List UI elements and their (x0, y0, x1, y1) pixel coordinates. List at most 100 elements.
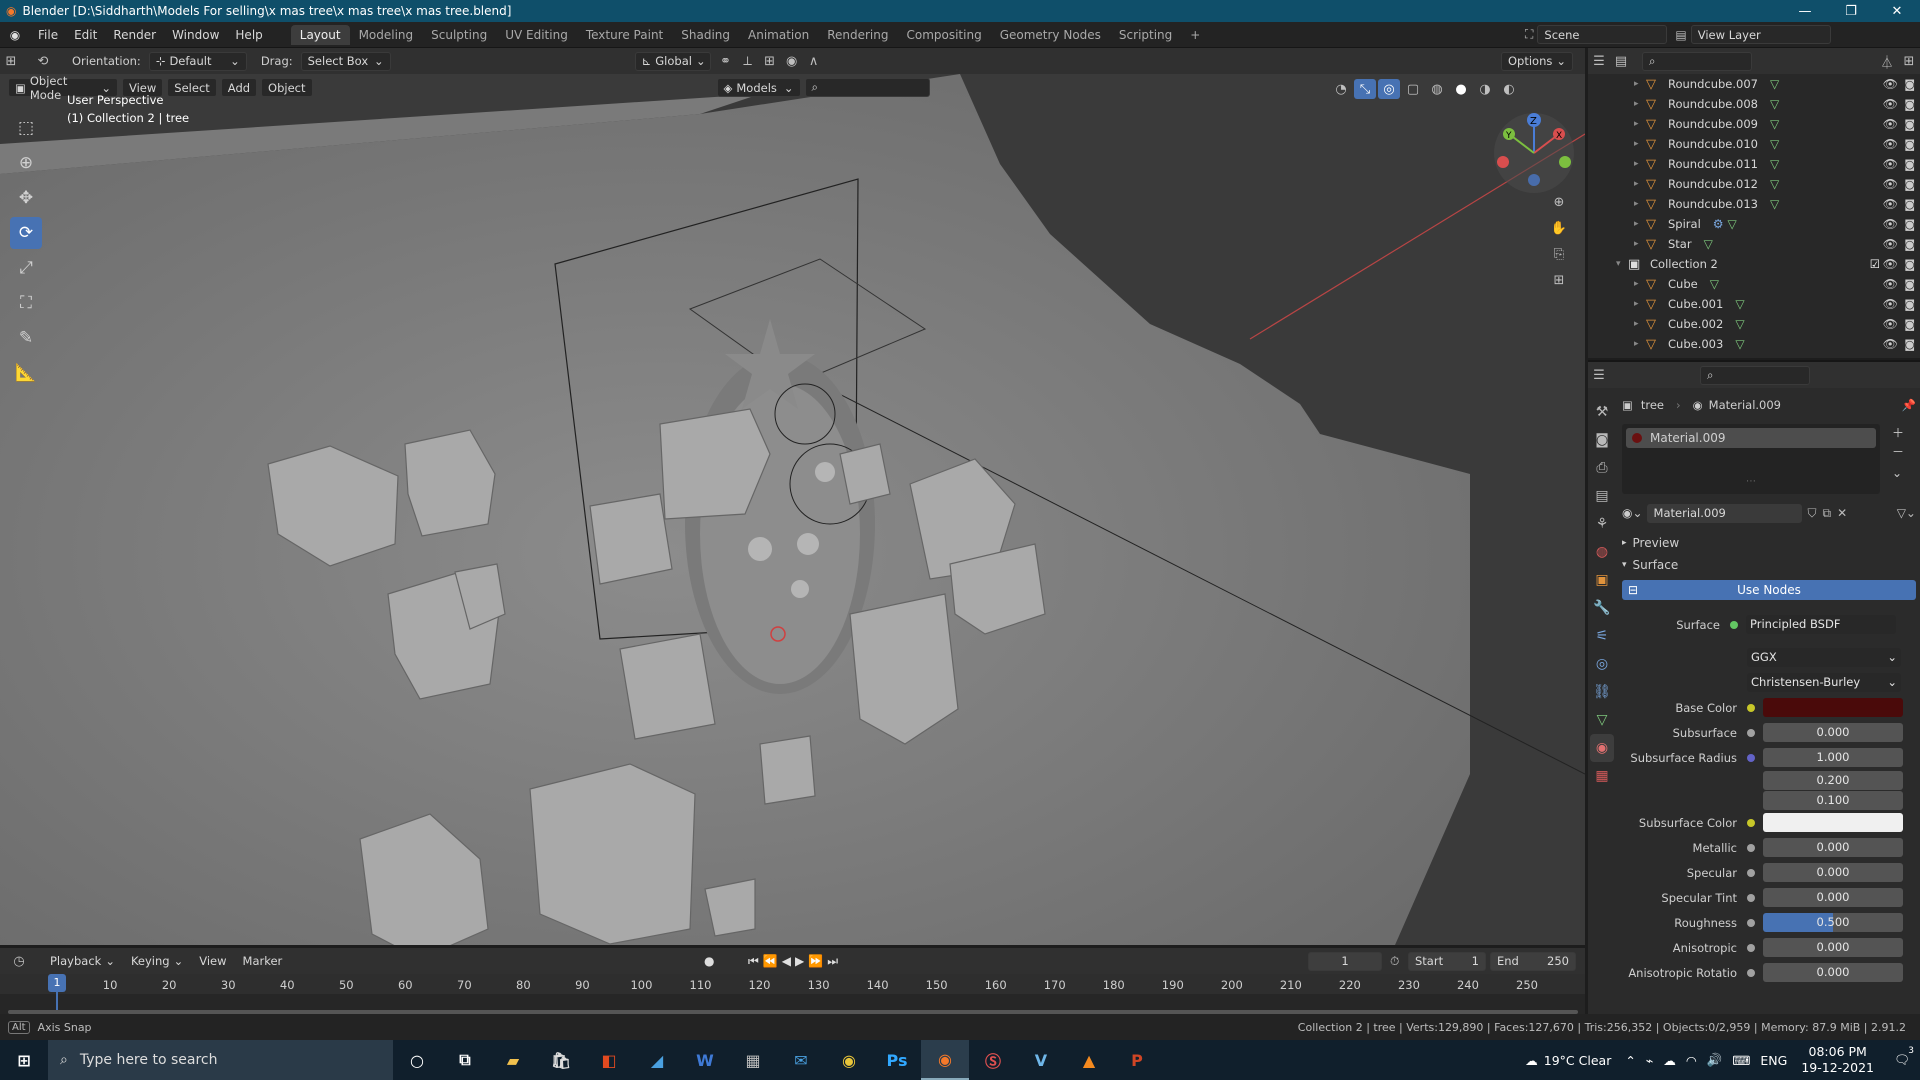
slot-list-resize-handle[interactable]: ⋯ (1626, 476, 1876, 487)
network-icon[interactable]: ⌁ (1646, 1053, 1654, 1068)
overlay-toggle-icon[interactable]: ◎ (1378, 79, 1400, 99)
render-tab-icon[interactable]: ◙ (1590, 426, 1614, 454)
scene-tab-icon[interactable]: ⚘ (1590, 510, 1614, 538)
blender-menu-icon[interactable]: ◉ (0, 28, 30, 42)
menu-file[interactable]: File (30, 22, 66, 48)
tab-animation[interactable]: Animation (739, 25, 818, 45)
new-collection-icon[interactable]: ⊞ (1898, 51, 1920, 71)
mail-icon[interactable]: ✉ (777, 1040, 825, 1080)
eye-icon[interactable]: 👁 (1883, 197, 1898, 211)
close-button[interactable]: ✕ (1874, 0, 1920, 22)
eye-icon[interactable]: 👁 (1883, 237, 1898, 251)
render-icon[interactable]: ◙ (1904, 98, 1915, 111)
office-icon[interactable]: ◧ (585, 1040, 633, 1080)
surface-panel-header[interactable]: ▾ Surface (1622, 554, 1916, 576)
preview-panel-header[interactable]: ▸ Preview (1622, 532, 1916, 554)
record-icon[interactable]: ● (704, 954, 714, 968)
specular-tint-field[interactable]: 0.000 (1763, 888, 1903, 907)
play-icon[interactable]: ▶ (795, 954, 804, 969)
eye-icon[interactable]: 👁 (1883, 177, 1898, 191)
viewport-search-input[interactable]: ⌕ (804, 78, 930, 97)
3d-viewport[interactable]: ▣ Object Mode ⌄ View Select Add Object ◈ Mo… (0, 74, 1585, 945)
maximize-button[interactable]: ❐ (1828, 0, 1874, 22)
options-dropdown[interactable]: Options ⌄ (1500, 51, 1573, 71)
tab-shading[interactable]: Shading (672, 25, 739, 45)
pan-hand-icon[interactable]: ✋ (1548, 218, 1570, 238)
add-workspace-button[interactable]: + (1181, 25, 1209, 45)
particles-tab-icon[interactable]: ⚟ (1590, 622, 1614, 650)
start-frame-field[interactable]: Start 1 (1408, 951, 1486, 971)
expand-arrow-icon[interactable]: ▸ (1634, 99, 1646, 109)
subsurface-method-dropdown[interactable]: Christensen-Burley ⌄ (1747, 673, 1901, 692)
editor-type-icon[interactable]: ☰ (1588, 365, 1610, 385)
object-menu[interactable]: Object (261, 78, 313, 97)
outliner-item[interactable]: ▸ ▽ Star ▽ 👁 ◙ (1634, 234, 1920, 254)
move-tool-icon[interactable]: ✥ (10, 182, 42, 214)
viewport-scene[interactable] (0, 74, 1585, 945)
render-icon[interactable]: ◙ (1904, 178, 1915, 191)
vlc-icon[interactable]: ▲ (1065, 1040, 1113, 1080)
tab-layout[interactable]: Layout (290, 25, 350, 45)
prev-keyframe-icon[interactable]: ⏪ (763, 954, 778, 969)
render-icon[interactable]: ◙ (1904, 318, 1915, 331)
expand-arrow-icon[interactable]: ▸ (1634, 319, 1646, 329)
playhead[interactable]: 1 (48, 974, 66, 992)
eye-icon[interactable]: 👁 (1883, 97, 1898, 111)
jump-start-icon[interactable]: ⏮ (748, 954, 759, 969)
task-view-icon[interactable]: ⧉ (441, 1040, 489, 1080)
jump-end-icon[interactable]: ⏭ (827, 954, 838, 969)
material-tab-icon[interactable]: ◉ (1590, 734, 1614, 762)
filter-icon[interactable]: ⏃ (1876, 51, 1898, 71)
render-icon[interactable]: ◙ (1904, 118, 1915, 131)
tab-modeling[interactable]: Modeling (350, 25, 423, 45)
keying-menu[interactable]: Keying ⌄ (125, 952, 189, 971)
add-menu[interactable]: Add (220, 78, 258, 97)
tray-chevron-icon[interactable]: ⌃ (1625, 1053, 1635, 1068)
tab-texture-paint[interactable]: Texture Paint (577, 25, 672, 45)
material-name-field[interactable]: Material.009 (1646, 503, 1802, 523)
pin-icon[interactable]: 📌 (1902, 398, 1916, 412)
expand-arrow-icon[interactable]: ▸ (1634, 219, 1646, 229)
app-icon[interactable]: Ⓢ (969, 1040, 1017, 1080)
rendered-shading-icon[interactable]: ◐ (1498, 79, 1520, 99)
expand-arrow-icon[interactable]: ▸ (1634, 339, 1646, 349)
remove-slot-icon[interactable]: － (1892, 443, 1904, 460)
end-frame-field[interactable]: End 250 (1490, 951, 1576, 971)
drag-dropdown[interactable]: Select Box ⌄ (300, 51, 391, 71)
expand-arrow-icon[interactable]: ▸ (1634, 239, 1646, 249)
specular-field[interactable]: 0.000 (1763, 863, 1903, 882)
windows-start-icon[interactable]: ⊞ (0, 1040, 48, 1080)
subsurface-field[interactable]: 0.000 (1763, 723, 1903, 742)
chrome-icon[interactable]: ◉ (825, 1040, 873, 1080)
perspective-toggle-icon[interactable]: ⊞ (1548, 270, 1570, 290)
gift-box[interactable] (589, 493, 673, 585)
blender-taskbar-icon[interactable]: ◉ (921, 1040, 969, 1080)
view-layer-selector[interactable]: View Layer (1690, 25, 1831, 44)
base-color-swatch[interactable] (1763, 698, 1903, 717)
add-slot-icon[interactable]: ＋ (1892, 424, 1904, 441)
subsurface-color-swatch[interactable] (1763, 813, 1903, 832)
render-icon[interactable]: ◙ (1904, 298, 1915, 311)
orientation-dropdown[interactable]: ⊹ Default ⌄ (148, 51, 247, 71)
checkbox-icon[interactable]: ☑ (1870, 257, 1880, 271)
render-icon[interactable]: ◙ (1904, 138, 1915, 151)
outliner-item[interactable]: ▸ ▽ Roundcube.007 ▽ 👁 ◙ (1634, 74, 1920, 94)
snap-target-icon[interactable]: ⊞ (759, 51, 781, 71)
pivot-point-icon[interactable]: ⚭ (715, 51, 737, 71)
outliner-item[interactable]: ▸ ▽ Roundcube.011 ▽ 👁 ◙ (1634, 154, 1920, 174)
language-indicator[interactable]: ENG (1760, 1053, 1787, 1068)
vectorworks-icon[interactable]: V (1017, 1040, 1065, 1080)
gizmo-toggle-icon[interactable]: ⤡ (1354, 79, 1376, 99)
roughness-slider[interactable]: 0.500 (1763, 913, 1903, 932)
metallic-field[interactable]: 0.000 (1763, 838, 1903, 857)
material-browse-icon[interactable]: ◉⌄ (1622, 506, 1643, 520)
world-tab-icon[interactable]: ◍ (1590, 538, 1614, 566)
weather-text[interactable]: 19°C Clear (1544, 1053, 1612, 1068)
wireframe-shading-icon[interactable]: ◍ (1426, 79, 1448, 99)
outliner-item[interactable]: ▸ ▽ Cube.001 ▽ 👁 ◙ (1634, 294, 1920, 314)
properties-search-input[interactable]: ⌕ (1700, 365, 1810, 385)
eye-icon[interactable]: 👁 (1883, 297, 1898, 311)
onedrive-icon[interactable]: ☁ (1663, 1053, 1676, 1068)
rotate-tool-icon[interactable]: ⟳ (10, 217, 42, 249)
eye-icon[interactable]: 👁 (1883, 157, 1898, 171)
